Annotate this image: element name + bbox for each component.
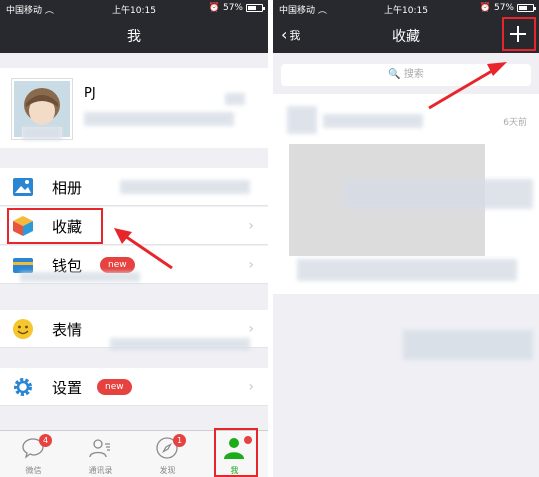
menu-label: 相册 (52, 179, 83, 197)
favorites-screen: 中国移动 ︵ 上午10:15 ⏰ 57% ‹ 我 收藏 🔍 搜索 6天前 (273, 0, 539, 477)
gear-icon (14, 378, 32, 396)
menu-label: 设置 (52, 379, 83, 397)
profile-card[interactable]: PJ (0, 68, 268, 148)
album-icon (13, 178, 33, 196)
search-icon: 🔍 (388, 69, 401, 80)
blurred-avatar (287, 106, 317, 134)
blurred-text (84, 112, 234, 126)
battery-icon (246, 4, 265, 12)
blurred-text (297, 259, 517, 281)
battery-percent: 57% (222, 3, 243, 13)
tab-label: 通讯录 (88, 466, 113, 475)
tab-label: 发现 (159, 466, 176, 475)
menu-item-album[interactable]: 相册 (0, 168, 268, 206)
menu-item-settings[interactable]: 设置 new › (0, 368, 268, 406)
blurred-text (343, 179, 533, 209)
blurred-text (323, 114, 423, 128)
profile-name: PJ (84, 86, 96, 101)
contacts-icon (89, 439, 110, 458)
alarm-icon: ⏰ (208, 3, 220, 13)
chevron-right-icon: › (248, 257, 254, 273)
tab-label: 微信 (25, 466, 42, 475)
highlight-box (502, 17, 536, 51)
alarm-icon: ⏰ (479, 3, 491, 13)
arrow-annotation (114, 228, 173, 270)
chevron-right-icon: › (248, 321, 254, 337)
menu-item-stickers[interactable]: 表情 › (0, 310, 268, 350)
favorite-time: 6天前 (503, 118, 527, 128)
status-bar: 中国移动 ︵ 上午10:15 ⏰ 57% (273, 0, 539, 17)
arrow-annotation (428, 62, 507, 110)
blurred-qr (225, 93, 245, 105)
unread-badge: 1 (173, 434, 186, 447)
blurred-text (403, 330, 533, 360)
unread-badge: 4 (39, 434, 52, 447)
search-placeholder: 搜索 (403, 69, 424, 80)
me-screen: 中国移动 ︵ 上午10:15 ⏰ 57% 我 PJ 相册 收藏 › 钱包 new… (0, 0, 268, 477)
new-badge: new (97, 379, 132, 395)
nav-bar: ‹ 我 收藏 (273, 17, 539, 53)
menu-label: 表情 (52, 321, 83, 339)
chevron-right-icon: › (248, 379, 254, 395)
smiley-icon (13, 319, 33, 339)
nav-bar: 我 (0, 17, 268, 53)
tab-contacts[interactable]: 通讯录 (67, 431, 134, 477)
tab-wechat[interactable]: 4 微信 (0, 431, 67, 477)
battery-icon (517, 4, 536, 12)
status-bar: 中国移动 ︵ 上午10:15 ⏰ 57% (0, 0, 268, 17)
chevron-right-icon: › (248, 218, 254, 234)
favorite-item[interactable]: 6天前 (273, 94, 539, 294)
highlight-box (214, 428, 258, 477)
highlight-box (7, 208, 103, 244)
page-title: 收藏 (392, 29, 420, 45)
battery-percent: 57% (493, 3, 514, 13)
blurred-text (22, 126, 62, 140)
tab-discover[interactable]: 1 发现 (134, 431, 201, 477)
page-title: 我 (127, 29, 141, 45)
